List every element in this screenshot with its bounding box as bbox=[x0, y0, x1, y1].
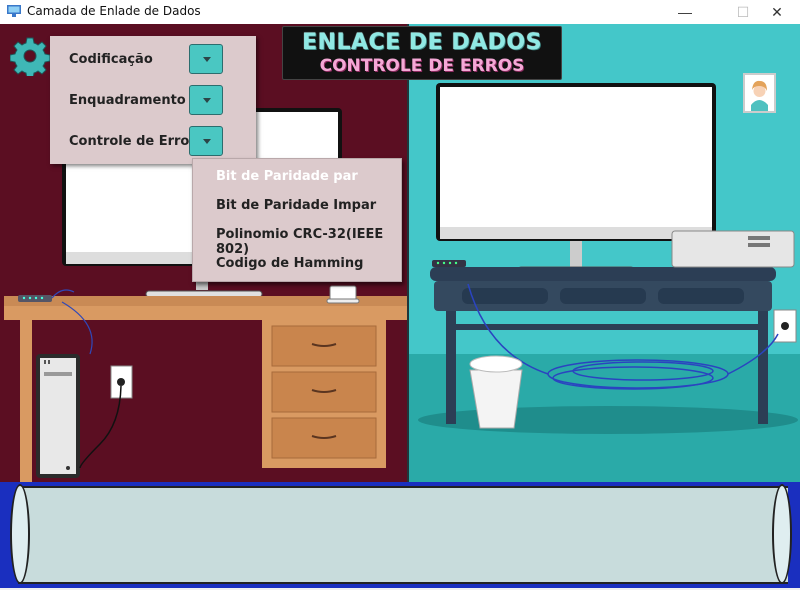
banner-subtitle: CONTROLE DE ERROS bbox=[319, 56, 525, 76]
close-button[interactable]: ✕ bbox=[754, 0, 800, 24]
chevron-down-icon bbox=[203, 139, 211, 144]
minimize-icon: — bbox=[678, 4, 692, 20]
pipe-body bbox=[18, 487, 788, 583]
chevron-down-icon bbox=[203, 98, 211, 103]
pipe-cap-right bbox=[772, 484, 792, 584]
transmission-pipe bbox=[0, 482, 800, 588]
menu-label-codificacao: Codificação bbox=[69, 52, 153, 67]
right-room-illustration bbox=[408, 83, 800, 482]
menu-label-enquadramento: Enquadramento bbox=[69, 93, 186, 108]
settings-menu: Codificação Enquadramento Controle de Er… bbox=[50, 36, 256, 164]
banner-title: ENLACE DE DADOS bbox=[302, 30, 542, 55]
pipe-edge-top bbox=[18, 486, 788, 488]
menu-label-controle-de-erros: Controle de Erros bbox=[69, 134, 198, 149]
error-control-submenu: Bit de Paridade par Bit de Paridade Impa… bbox=[192, 158, 402, 282]
title-banner: ENLACE DE DADOS CONTROLE DE ERROS bbox=[282, 26, 562, 80]
app-icon bbox=[7, 5, 21, 17]
right-room bbox=[408, 24, 800, 482]
window-title: Camada de Enlade de Dados bbox=[27, 4, 201, 18]
avatar-icon[interactable] bbox=[743, 73, 776, 113]
submenu-item-hamming[interactable]: Codigo de Hamming bbox=[216, 256, 363, 271]
controle-de-erros-dropdown-button[interactable] bbox=[189, 126, 223, 156]
minimize-button[interactable]: — bbox=[662, 0, 708, 24]
maximize-icon: ☐ bbox=[736, 3, 750, 20]
pipe-cap-left bbox=[10, 484, 30, 584]
room-divider bbox=[407, 24, 409, 482]
gear-icon[interactable] bbox=[10, 36, 50, 76]
codificacao-dropdown-button[interactable] bbox=[189, 44, 223, 74]
submenu-item-paridade-impar[interactable]: Bit de Paridade Impar bbox=[216, 198, 376, 213]
close-icon: ✕ bbox=[771, 3, 783, 20]
pipe-edge-bottom bbox=[18, 582, 788, 584]
title-bar: Camada de Enlade de Dados — ☐ ✕ bbox=[0, 0, 800, 24]
chevron-down-icon bbox=[203, 57, 211, 62]
submenu-item-crc32[interactable]: Polinomio CRC-32(IEEE 802) bbox=[216, 227, 401, 257]
enquadramento-dropdown-button[interactable] bbox=[189, 85, 223, 115]
submenu-item-paridade-par[interactable]: Bit de Paridade par bbox=[216, 169, 358, 184]
